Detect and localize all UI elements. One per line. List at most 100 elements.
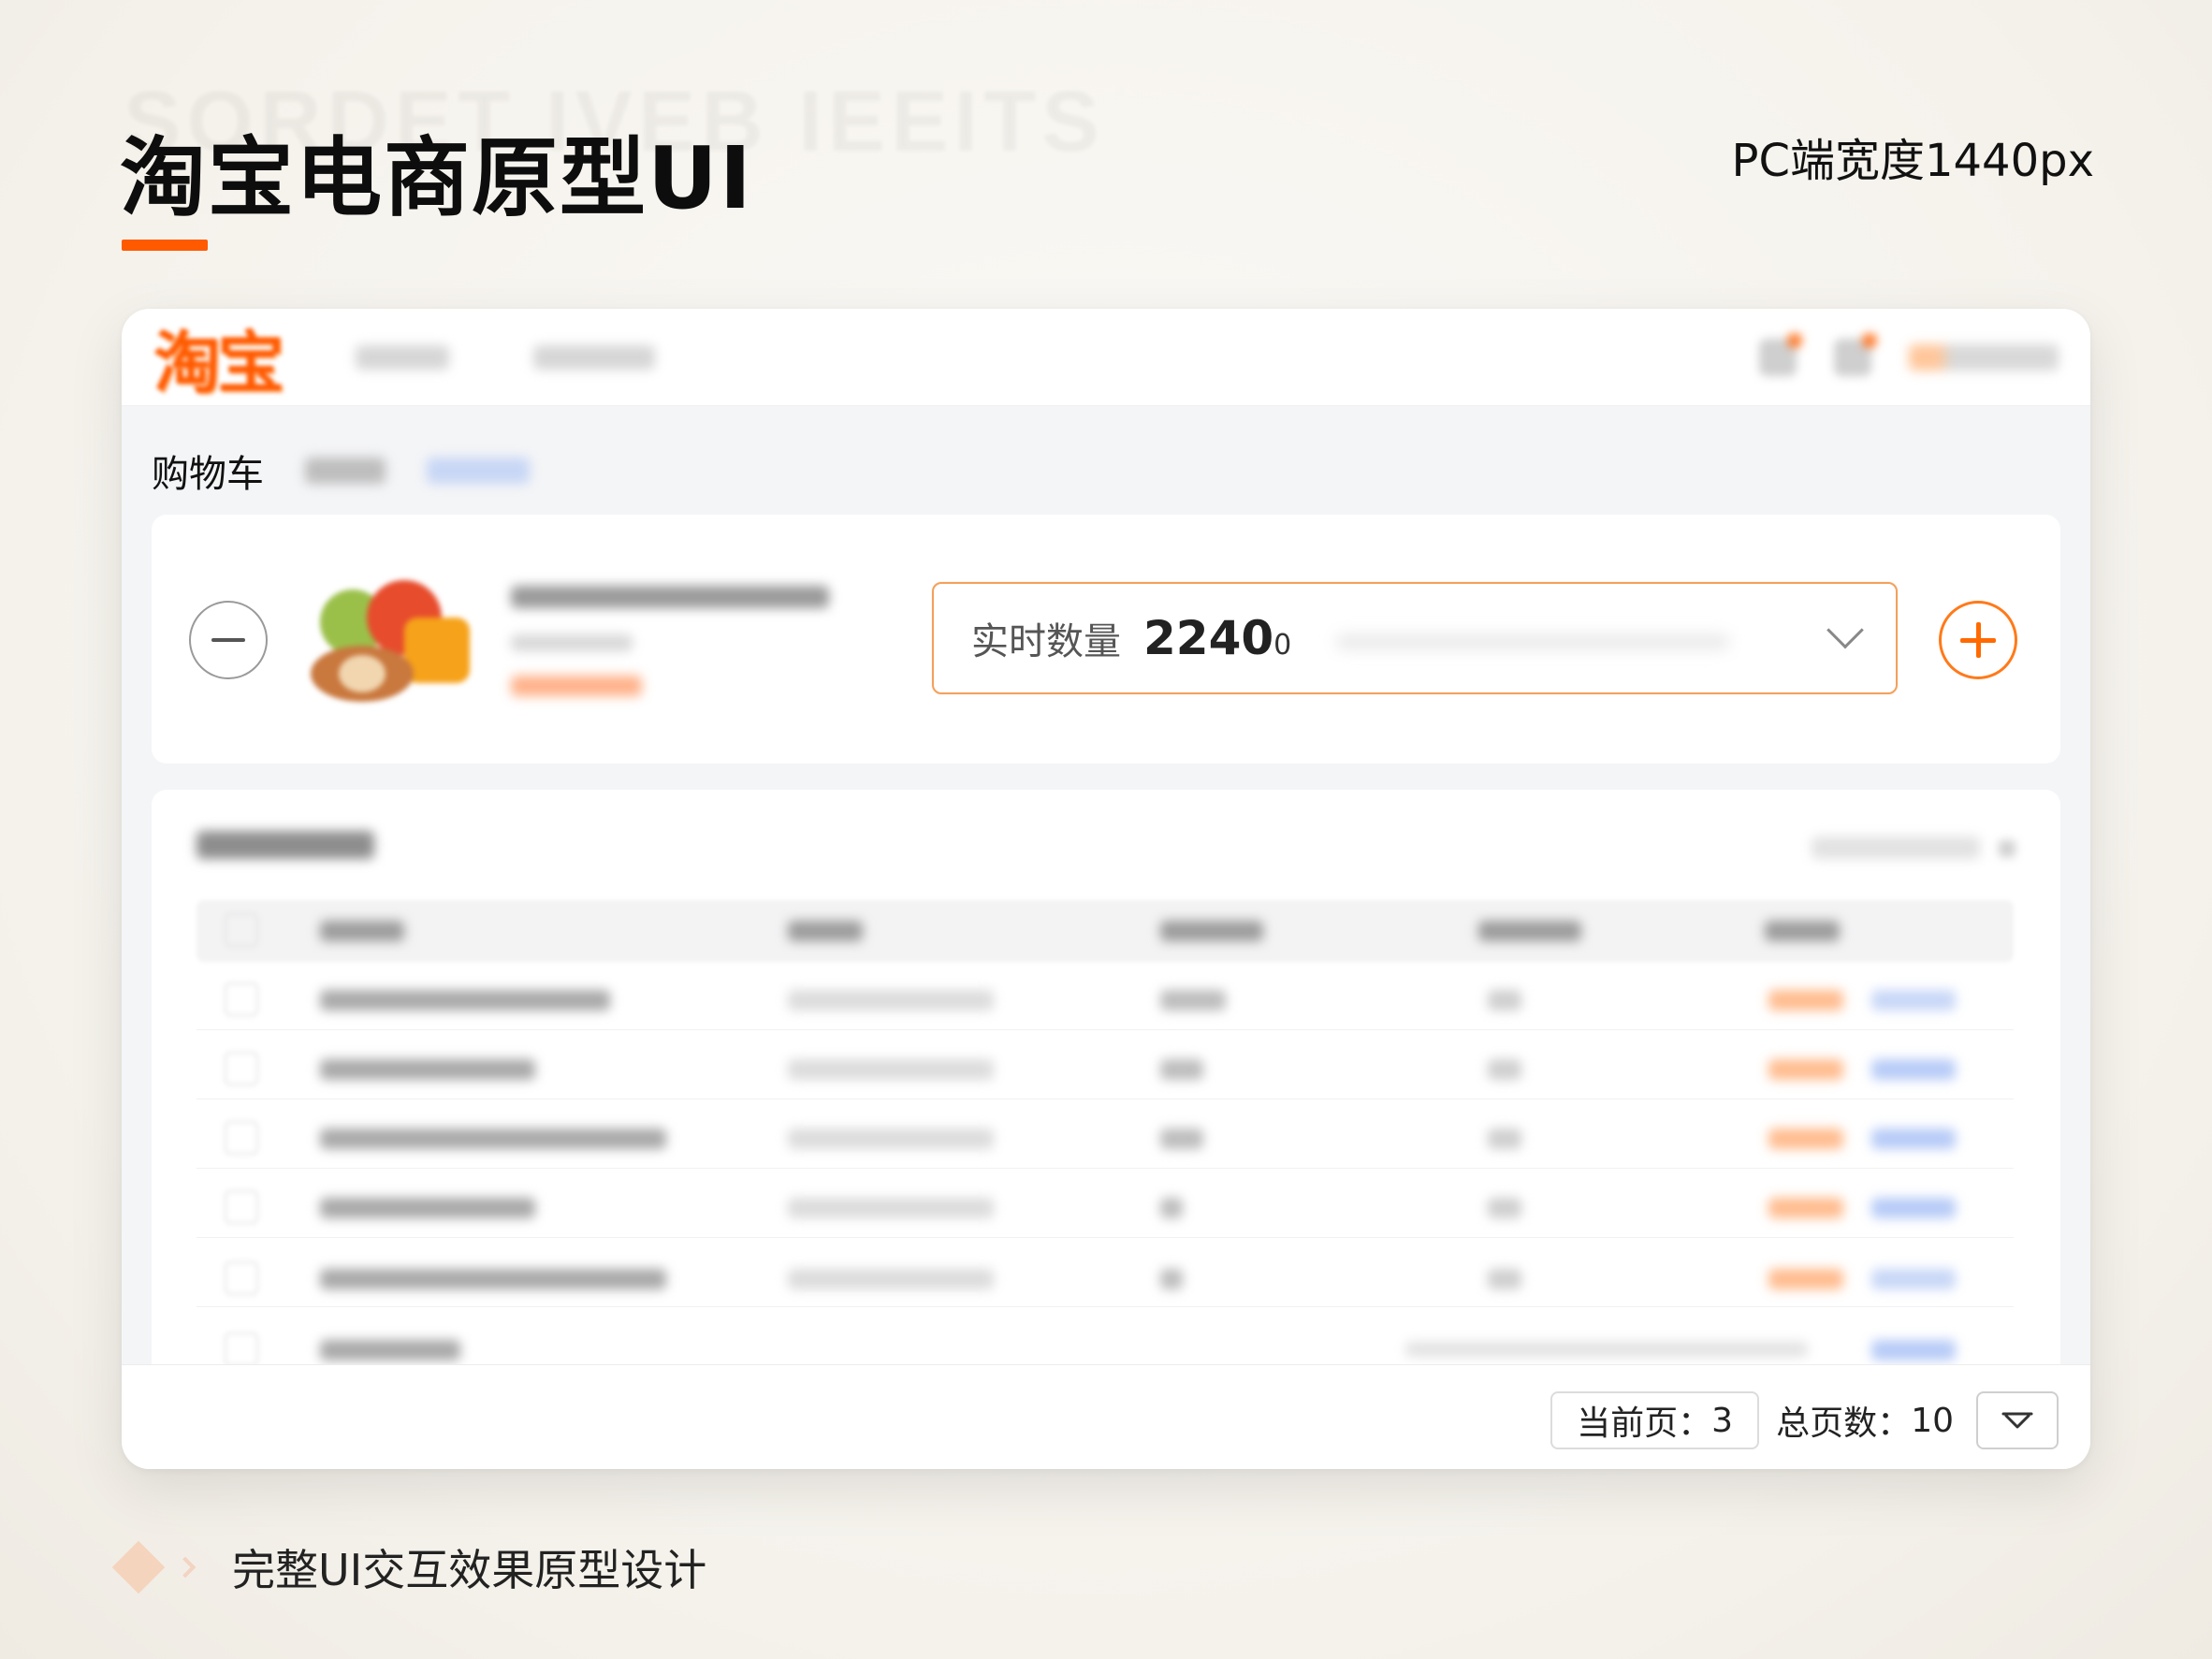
table-cell-blurred	[1160, 1128, 1203, 1149]
product-title-blurred[interactable]	[511, 586, 829, 608]
column-header-blurred	[1765, 921, 1840, 941]
table-cell-blurred	[1160, 990, 1226, 1011]
minus-icon	[211, 638, 245, 642]
table-cell-blurred	[1488, 1198, 1521, 1218]
column-header-blurred	[1478, 921, 1581, 941]
table-summary-blurred	[1405, 1342, 1808, 1357]
current-page-value: 3	[1711, 1401, 1733, 1440]
table-cell-blurred	[788, 990, 994, 1011]
quantity-label: 实时数量	[971, 620, 1121, 663]
row-action-blurred[interactable]	[1871, 1059, 1956, 1080]
table-header	[196, 900, 2014, 962]
quantity-value: 22400	[1143, 611, 1291, 665]
row-checkbox[interactable]	[225, 982, 258, 1016]
filter-toggle-icon[interactable]	[1999, 840, 2016, 857]
user-menu[interactable]	[1909, 343, 2059, 371]
table-cell-blurred	[320, 1198, 535, 1218]
quantity-suffix: 0	[1273, 629, 1292, 662]
row-action-blurred[interactable]	[1768, 1198, 1843, 1218]
row-action-blurred[interactable]	[1768, 1059, 1843, 1080]
total-pages-label: 总页数：	[1776, 1404, 1912, 1443]
main-content: 购物车 实时数量 22400	[122, 406, 2090, 1445]
navbar-right	[1759, 332, 2059, 376]
row-checkbox[interactable]	[225, 1332, 258, 1366]
row-divider	[196, 1237, 2014, 1238]
product-price-blurred	[511, 676, 642, 696]
row-checkbox[interactable]	[225, 1052, 258, 1085]
column-header-blurred	[320, 921, 404, 941]
table-cell-blurred	[320, 1128, 666, 1149]
table-cell-blurred	[1160, 1269, 1183, 1289]
current-page-label: 当前页：	[1577, 1404, 1712, 1443]
column-header-blurred	[788, 921, 863, 941]
breadcrumb: 购物车	[152, 444, 530, 498]
product-spec-blurred	[511, 634, 633, 651]
table-cell-blurred	[1488, 990, 1521, 1011]
table-cell-blurred	[788, 1269, 994, 1289]
table-title-blurred	[196, 831, 374, 859]
row-action-blurred[interactable]	[1871, 1198, 1956, 1218]
row-checkbox[interactable]	[225, 1261, 258, 1295]
table-cell-blurred	[320, 990, 610, 1011]
quantity-select[interactable]: 实时数量 22400	[932, 582, 1898, 694]
breadcrumb-cart[interactable]: 购物车	[152, 444, 264, 498]
row-divider	[196, 1306, 2014, 1307]
chevron-down-icon	[1826, 611, 1864, 649]
current-page-indicator[interactable]: 当前页： 3	[1550, 1391, 1759, 1449]
triangle-down-icon	[2001, 1412, 2033, 1429]
row-checkbox[interactable]	[225, 1121, 258, 1155]
page-spec-label: PC端宽度1440px	[1731, 135, 2095, 187]
row-divider	[196, 1029, 2014, 1030]
decrease-quantity-button[interactable]	[189, 601, 268, 679]
quantity-number: 2240	[1143, 611, 1274, 665]
table-cell-blurred	[1488, 1269, 1521, 1289]
pagination-bar: 当前页： 3 总页数： 10	[122, 1364, 2090, 1469]
select-all-checkbox[interactable]	[225, 913, 258, 947]
row-action-blurred[interactable]	[1768, 1269, 1843, 1289]
table-cell-blurred	[1488, 1059, 1521, 1080]
nav-item-blurred[interactable]	[533, 344, 656, 370]
cart-item-panel: 实时数量 22400	[152, 515, 2060, 764]
table-cell-blurred	[320, 1340, 460, 1361]
diamond-icon	[111, 1540, 166, 1594]
table-cell-blurred	[1160, 1059, 1203, 1080]
row-action-blurred[interactable]	[1871, 1128, 1956, 1149]
message-icon[interactable]	[1834, 332, 1877, 376]
row-action-blurred[interactable]	[1768, 990, 1843, 1011]
table-cell-blurred	[788, 1198, 994, 1218]
bottom-caption: 完整UI交互效果原型设计	[111, 1536, 707, 1598]
page-canvas: SORDET IVEB IEEITS 淘宝电商原型UI PC端宽度1440px …	[0, 0, 2212, 1659]
product-image[interactable]	[301, 552, 479, 720]
column-header-blurred	[1160, 921, 1263, 941]
row-checkbox[interactable]	[225, 1190, 258, 1224]
table-filter-blurred[interactable]	[1812, 837, 1980, 859]
nav-item-blurred[interactable]	[356, 344, 450, 370]
page-dropdown-button[interactable]	[1976, 1391, 2059, 1449]
breadcrumb-item-blurred[interactable]	[305, 458, 386, 484]
chevron-right-icon	[174, 1556, 196, 1579]
total-pages-indicator: 总页数： 10	[1776, 1391, 1954, 1449]
row-action-blurred[interactable]	[1871, 990, 1956, 1011]
breadcrumb-link-blurred[interactable]	[427, 458, 530, 484]
bell-icon[interactable]	[1759, 332, 1802, 376]
row-action-blurred[interactable]	[1871, 1340, 1956, 1361]
increase-quantity-button[interactable]	[1939, 601, 2017, 679]
order-table-panel	[152, 790, 2060, 1445]
top-navbar: 淘宝	[122, 309, 2090, 406]
title-underline	[122, 240, 208, 251]
row-divider	[196, 1168, 2014, 1169]
table-cell-blurred	[1488, 1128, 1521, 1149]
page-title: 淘宝电商原型UI	[120, 128, 753, 228]
quantity-hint-blurred	[1336, 634, 1729, 649]
taobao-logo[interactable]: 淘宝	[153, 309, 284, 406]
row-action-blurred[interactable]	[1871, 1269, 1956, 1289]
table-cell-blurred	[320, 1269, 666, 1289]
table-cell-blurred	[1160, 1198, 1183, 1218]
table-cell-blurred	[788, 1128, 994, 1149]
total-pages-value: 10	[1911, 1401, 1954, 1440]
caption-text: 完整UI交互效果原型设计	[232, 1545, 707, 1595]
row-action-blurred[interactable]	[1768, 1128, 1843, 1149]
app-window: 淘宝 购物车 实时数量 22400 当前页： 3 总页数： 10	[122, 309, 2090, 1469]
table-cell-blurred	[320, 1059, 535, 1080]
table-cell-blurred	[788, 1059, 994, 1080]
